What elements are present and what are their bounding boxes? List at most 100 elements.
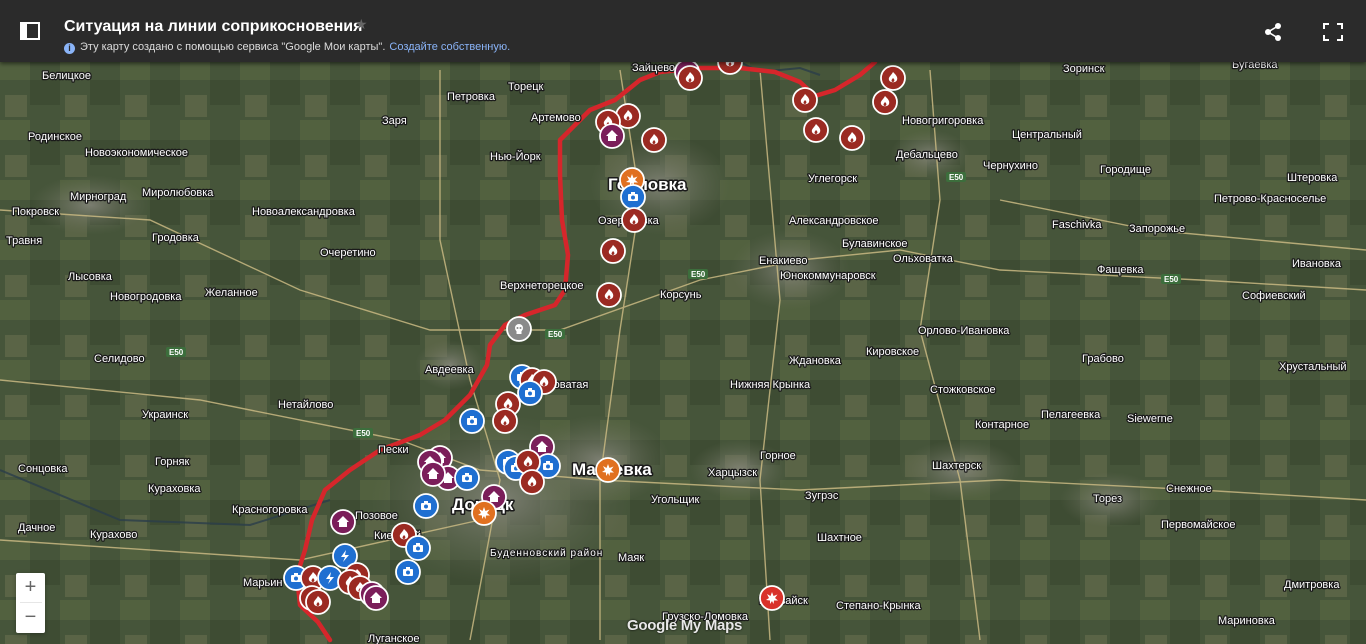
place-label: Юнокоммунаровск: [780, 270, 876, 282]
map-title: Ситуация на линии соприкосновения: [64, 18, 363, 35]
open-sidebar-button[interactable]: [14, 18, 46, 46]
place-label: Дачное: [18, 522, 55, 534]
place-label: Верхнеторецкое: [500, 280, 584, 292]
place-label: Булавинское: [842, 238, 908, 250]
house-marker[interactable]: [420, 461, 446, 487]
explosion-marker[interactable]: [471, 500, 497, 526]
place-label: Покровск: [12, 206, 59, 218]
fire-marker[interactable]: [872, 89, 898, 115]
camera-marker[interactable]: [454, 465, 480, 491]
fire-marker[interactable]: [641, 127, 667, 153]
fire-marker[interactable]: [492, 408, 518, 434]
place-label: Корсунь: [660, 289, 702, 301]
place-label: Ждановка: [789, 355, 842, 367]
place-label: Городище: [1100, 164, 1151, 176]
place-label: Петровка: [447, 91, 496, 103]
svg-text:E50: E50: [356, 429, 371, 438]
place-label: Селидово: [94, 353, 145, 365]
camera-marker[interactable]: [405, 535, 431, 561]
house-marker[interactable]: [363, 585, 389, 611]
star-icon[interactable]: ★: [355, 16, 368, 33]
svg-text:E50: E50: [169, 348, 184, 357]
road-badge-e50-4: E50: [688, 269, 708, 279]
fire-marker[interactable]: [519, 469, 545, 495]
place-label: Кураховка: [148, 483, 201, 495]
camera-marker[interactable]: [620, 184, 646, 210]
explosion-marker[interactable]: [595, 457, 621, 483]
camera-marker[interactable]: [459, 408, 485, 434]
fire-marker[interactable]: [792, 87, 818, 113]
info-text: Эту карту создано с помощью сервиса "Goo…: [80, 41, 386, 53]
place-label: Марьин: [243, 577, 282, 589]
place-label-district: Буденновский район: [490, 548, 603, 559]
place-label: Кировское: [866, 346, 919, 358]
fire-marker[interactable]: [621, 207, 647, 233]
place-label: Сонцовка: [18, 463, 68, 475]
place-label: Александровское: [789, 215, 879, 227]
place-label: Харцызск: [708, 467, 757, 479]
road-badge-e50-6: E50: [1161, 274, 1181, 284]
create-own-map-link[interactable]: Создайте собственную.: [389, 41, 510, 53]
house-marker[interactable]: [330, 509, 356, 535]
place-label: Углегорск: [808, 173, 857, 185]
place-label: Зоринск: [1063, 63, 1105, 75]
place-label: Заря: [382, 115, 407, 127]
map-canvas[interactable]: E50 E50 E50 E50 E50 E50 Белицкое Родинск…: [0, 62, 1366, 644]
sidebar-toggle-icon: [20, 22, 40, 40]
place-label: Новоэкономическое: [85, 147, 188, 159]
zoom-control: + −: [16, 573, 45, 633]
place-label: Шахтное: [817, 532, 862, 544]
place-label: Первомайское: [1161, 519, 1235, 531]
place-label: Гродовка: [152, 232, 200, 244]
road-badge-e50-1: E50: [166, 347, 186, 357]
urban-area-pokrovsk: [30, 175, 150, 235]
place-label: Faschivka: [1052, 219, 1102, 231]
svg-text:E50: E50: [1164, 275, 1179, 284]
google-my-maps-logo: Google My Maps: [627, 617, 742, 634]
place-label: Позовое: [355, 510, 398, 522]
camera-marker[interactable]: [413, 493, 439, 519]
map-header: Ситуация на линии соприкосновения ★ i Эту…: [0, 0, 1366, 62]
place-label: Новогродовка: [110, 291, 182, 303]
zoom-out-button[interactable]: −: [16, 603, 45, 632]
place-label: Нью-Йорк: [490, 150, 541, 163]
fire-marker[interactable]: [600, 238, 626, 264]
house-marker[interactable]: [599, 123, 625, 149]
place-label: Нетайлово: [278, 399, 333, 411]
place-label: Очеретино: [320, 247, 376, 259]
explosion-marker[interactable]: [759, 585, 785, 611]
place-label: Стожковское: [930, 384, 996, 396]
zoom-in-button[interactable]: +: [16, 573, 45, 602]
skull-marker[interactable]: [506, 316, 532, 342]
place-label: Желанное: [205, 287, 258, 299]
fire-marker[interactable]: [305, 589, 331, 615]
place-label: Горняк: [155, 456, 189, 468]
place-label: Снежное: [1166, 483, 1212, 495]
camera-marker[interactable]: [517, 380, 543, 406]
place-label: Новоалександровка: [252, 206, 356, 218]
fire-marker[interactable]: [839, 125, 865, 151]
place-label: Контарное: [975, 419, 1029, 431]
place-label: Софиевский: [1242, 290, 1306, 302]
place-label: Пески: [378, 444, 408, 456]
place-label: Siewerne: [1127, 413, 1173, 425]
place-label: Ивановка: [1292, 258, 1342, 270]
place-label: Украинск: [142, 409, 188, 421]
place-label: Горное: [760, 450, 796, 462]
place-label: Курахово: [90, 529, 137, 541]
place-label: Бугаевка: [1232, 62, 1278, 71]
place-label: Мариновка: [1218, 615, 1276, 627]
fullscreen-button[interactable]: [1322, 22, 1344, 42]
fire-marker[interactable]: [880, 65, 906, 91]
fire-marker[interactable]: [596, 282, 622, 308]
fire-marker[interactable]: [803, 117, 829, 143]
place-label: Дмитровка: [1284, 579, 1340, 591]
svg-text:E50: E50: [691, 270, 706, 279]
fire-marker[interactable]: [677, 65, 703, 91]
place-label: Фащевка: [1097, 264, 1144, 276]
share-button[interactable]: [1262, 22, 1284, 42]
place-label: Орлово-Ивановка: [918, 325, 1010, 337]
camera-marker[interactable]: [395, 559, 421, 585]
place-label: Ольховатка: [893, 253, 954, 265]
place-label: Чернухино: [983, 160, 1038, 172]
